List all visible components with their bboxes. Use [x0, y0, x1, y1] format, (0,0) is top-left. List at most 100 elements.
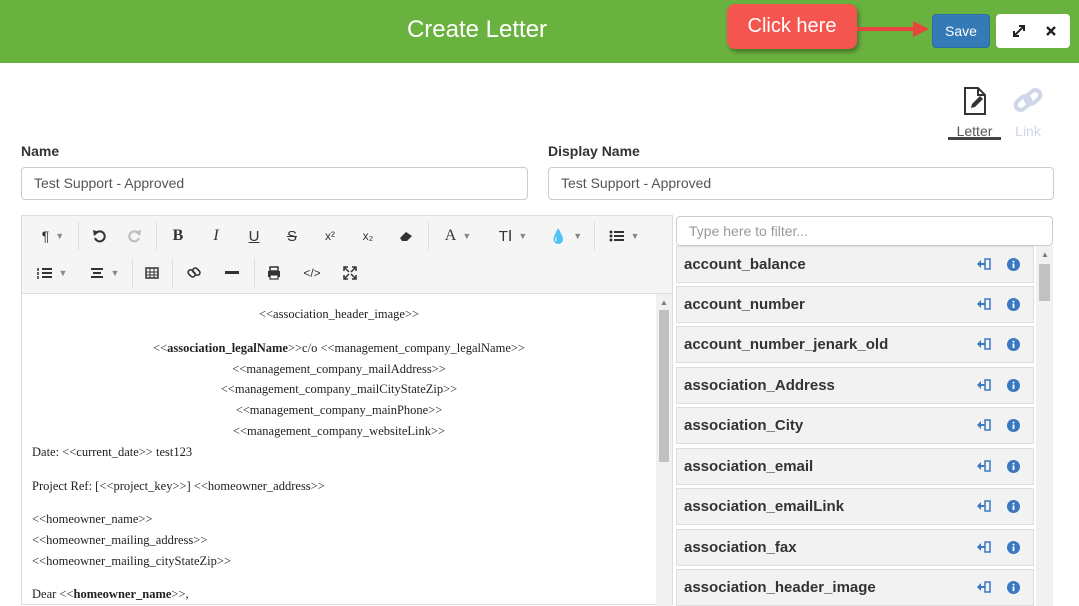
info-icon[interactable] [1007, 460, 1020, 473]
link-icon[interactable] [180, 259, 208, 287]
save-button[interactable]: Save [932, 14, 990, 48]
strikethrough-icon[interactable]: S [278, 222, 306, 250]
info-icon[interactable] [1007, 500, 1020, 513]
redo-icon [128, 230, 141, 243]
paragraph-icon: ¶ [41, 228, 50, 244]
letter-editor: ¶ ▼ B I U S x² x₂ A ▼ TⅠ ▼ 💧 ▼ ▼ ▼ ▼ </>… [21, 215, 673, 606]
table-icon[interactable] [138, 259, 166, 287]
content-line: <<management_company_mainPhone>> [235, 403, 443, 417]
field-list: account_balance account_number account_n… [676, 246, 1036, 606]
content-line: <<management_company_mailCityStateZip>> [220, 382, 458, 396]
chain-link-icon [1013, 88, 1043, 112]
content-line: <<association_legalName>>c/o <<managemen… [153, 341, 525, 355]
field-name: association_email [684, 458, 814, 475]
list-item[interactable]: account_number [676, 286, 1034, 323]
callout-arrow-icon [857, 21, 929, 37]
list-item[interactable]: account_balance [676, 246, 1034, 283]
superscript-icon[interactable]: x² [316, 222, 344, 250]
name-label: Name [21, 143, 60, 159]
info-icon[interactable] [1007, 541, 1020, 554]
list-item[interactable]: association_Address [676, 367, 1034, 404]
content-line: Project Ref: [<<project_key>>] <<homeown… [32, 479, 325, 493]
list-item[interactable]: association_City [676, 407, 1034, 444]
tab-letter[interactable]: Letter [948, 86, 1001, 140]
field-name: association_fax [684, 539, 797, 556]
hr-icon[interactable] [218, 259, 246, 287]
editor-scrollbar[interactable]: ▲ [656, 294, 672, 606]
edit-document-icon [963, 87, 986, 115]
field-list-scrollbar[interactable]: ▲ [1036, 246, 1053, 606]
italic-icon[interactable]: I [202, 222, 230, 250]
field-name: account_number [684, 296, 805, 313]
info-icon[interactable] [1007, 258, 1020, 271]
insert-icon[interactable] [977, 581, 991, 593]
scroll-thumb[interactable] [1039, 264, 1050, 301]
info-icon[interactable] [1007, 379, 1020, 392]
insert-icon[interactable] [977, 460, 991, 472]
name-field[interactable]: Test Support - Approved [21, 167, 528, 200]
tab-letter-label: Letter [956, 123, 993, 139]
insert-icon[interactable] [977, 500, 991, 512]
content-line: <<homeowner_name>> [32, 512, 153, 526]
info-icon[interactable] [1007, 298, 1020, 311]
align-icon[interactable]: ▼ [82, 259, 126, 287]
paragraph-button[interactable]: ¶ ▼ [32, 222, 74, 250]
list-item[interactable]: association_emailLink [676, 488, 1034, 525]
list-item[interactable]: association_email [676, 448, 1034, 485]
underline-icon[interactable]: U [240, 222, 268, 250]
close-icon[interactable] [1032, 14, 1069, 48]
list-icon[interactable]: ▼ [602, 222, 646, 250]
list-item[interactable]: association_fax [676, 529, 1034, 566]
field-name: account_balance [684, 256, 806, 273]
info-icon[interactable] [1007, 581, 1020, 594]
info-icon[interactable] [1007, 419, 1020, 432]
info-icon[interactable] [1007, 338, 1020, 351]
content-line: <<homeowner_mailing_address>> [32, 533, 208, 547]
list-item[interactable]: account_number_jenark_old [676, 326, 1034, 363]
window-controls [996, 14, 1070, 48]
insert-icon[interactable] [977, 379, 991, 391]
insert-icon[interactable] [977, 298, 991, 310]
fullscreen-icon[interactable] [336, 259, 364, 287]
eraser-icon [400, 232, 412, 241]
insert-icon[interactable] [977, 258, 991, 270]
numbered-list-icon[interactable]: ▼ [32, 259, 72, 287]
code-icon[interactable]: </> [298, 259, 326, 287]
insert-icon[interactable] [977, 338, 991, 350]
insert-icon[interactable] [977, 419, 991, 431]
undo-button[interactable] [84, 222, 114, 250]
scroll-up-icon[interactable]: ▲ [660, 298, 668, 307]
field-name: association_emailLink [684, 498, 845, 515]
ink-icon[interactable]: 💧 ▼ [546, 222, 586, 250]
font-size-icon[interactable]: TⅠ ▼ [488, 222, 538, 250]
content-line: <<homeowner_mailing_cityStateZip>> [32, 554, 231, 568]
clear-format-button[interactable] [392, 222, 420, 250]
font-color-icon[interactable]: A ▼ [436, 222, 480, 250]
undo-icon [93, 230, 106, 243]
content-line: <<association_header_image>> [258, 307, 420, 321]
editor-content[interactable]: <<association_header_image>> <<associati… [22, 294, 656, 606]
filter-input[interactable]: Type here to filter... [676, 216, 1053, 246]
scroll-up-icon[interactable]: ▲ [1041, 250, 1049, 259]
editor-toolbar: ¶ ▼ B I U S x² x₂ A ▼ TⅠ ▼ 💧 ▼ ▼ ▼ ▼ </> [22, 216, 672, 294]
redo-button[interactable] [120, 222, 150, 250]
content-line: Date: <<current_date>> test123 [32, 445, 193, 459]
list-item[interactable]: association_header_image [676, 569, 1034, 606]
display-name-label: Display Name [548, 143, 640, 159]
field-name: association_City [684, 417, 804, 434]
header-bar: Create Letter Click here Save [0, 0, 1079, 63]
field-name: account_number_jenark_old [684, 336, 889, 353]
subscript-icon[interactable]: x₂ [354, 222, 382, 250]
display-name-field[interactable]: Test Support - Approved [548, 167, 1054, 200]
insert-icon[interactable] [977, 541, 991, 553]
tab-link-label: Link [1015, 123, 1041, 139]
content-line: <<management_company_mailAddress>> [232, 362, 446, 376]
content-line: <<management_company_websiteLink>> [232, 424, 446, 438]
content-line: Dear <<homeowner_name>>, [32, 587, 189, 601]
print-icon[interactable] [260, 259, 288, 287]
click-here-callout: Click here [727, 4, 857, 49]
tab-link[interactable]: Link [1005, 86, 1051, 140]
bold-icon[interactable]: B [164, 222, 192, 250]
field-name: association_header_image [684, 579, 876, 596]
scroll-thumb[interactable] [659, 310, 669, 462]
